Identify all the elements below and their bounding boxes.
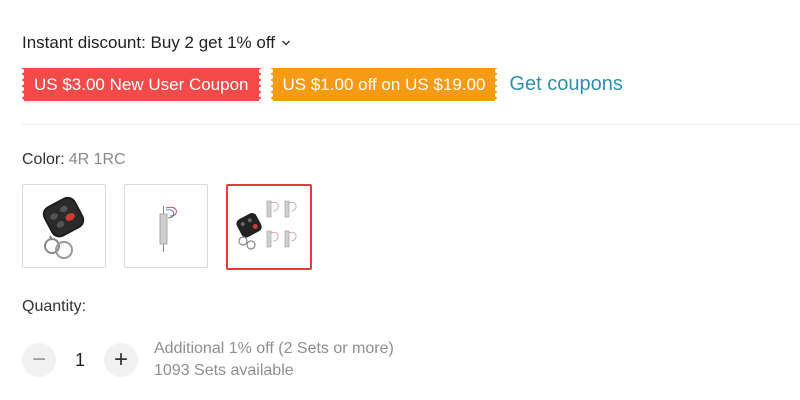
color-selector-label: Color: 4R 1RC bbox=[22, 151, 126, 169]
quantity-label: Quantity: bbox=[22, 298, 87, 315]
color-options bbox=[22, 184, 312, 270]
new-user-coupon[interactable]: US $3.00 New User Coupon bbox=[20, 68, 263, 101]
bundle-icon bbox=[236, 200, 297, 250]
color-label: Color: bbox=[22, 151, 65, 168]
quantity-value[interactable]: 1 bbox=[56, 350, 104, 371]
color-option-receiver[interactable] bbox=[124, 184, 208, 268]
stock-available: 1093 Sets available bbox=[154, 362, 294, 379]
color-option-remote[interactable] bbox=[22, 184, 106, 268]
quantity-stepper: − 1 + Additional 1% off (2 Sets or more)… bbox=[22, 338, 394, 382]
coupon-row: US $3.00 New User Coupon US $1.00 off on… bbox=[20, 68, 623, 101]
color-selected-value: 4R 1RC bbox=[68, 151, 126, 168]
remote-control-icon bbox=[42, 196, 85, 259]
quantity-info: Additional 1% off (2 Sets or more) 1093 … bbox=[154, 338, 394, 382]
instant-discount-row[interactable]: Instant discount: Buy 2 get 1% off bbox=[22, 33, 291, 53]
chevron-down-icon[interactable] bbox=[281, 38, 291, 48]
bulk-discount-note: Additional 1% off (2 Sets or more) bbox=[154, 340, 394, 357]
store-coupon[interactable]: US $1.00 off on US $19.00 bbox=[268, 68, 500, 101]
increase-quantity-button[interactable]: + bbox=[104, 343, 138, 377]
get-coupons-link[interactable]: Get coupons bbox=[509, 73, 622, 96]
decrease-quantity-button[interactable]: − bbox=[22, 343, 56, 377]
color-option-4r-1rc[interactable] bbox=[226, 184, 312, 270]
divider bbox=[22, 124, 800, 125]
instant-discount-label: Instant discount: Buy 2 get 1% off bbox=[22, 33, 275, 52]
receiver-icon bbox=[159, 206, 177, 252]
